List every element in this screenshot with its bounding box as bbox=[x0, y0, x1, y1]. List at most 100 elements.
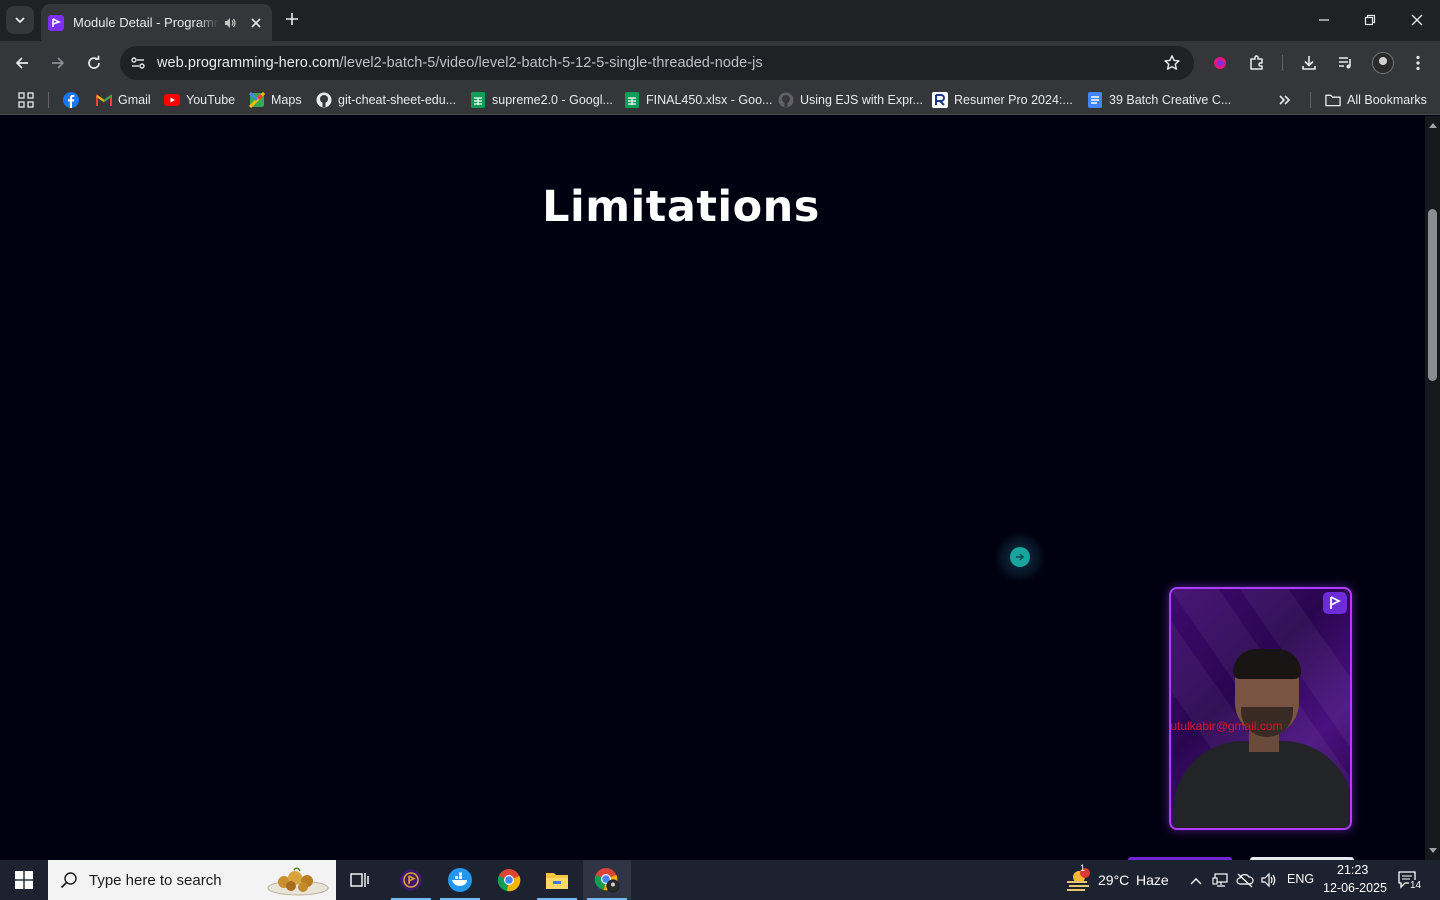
arrow-right-icon bbox=[52, 57, 65, 69]
bookmark-label: Gmail bbox=[118, 93, 151, 107]
video-viewport[interactable]: Limitations tutulkabir@gmail.com bbox=[0, 116, 1425, 860]
folder-icon bbox=[546, 873, 568, 889]
docs-icon bbox=[1087, 92, 1103, 108]
bookmark-star-icon[interactable] bbox=[1162, 53, 1182, 73]
avatar bbox=[1372, 52, 1394, 74]
bookmark-label: git-cheat-sheet-edu... bbox=[338, 93, 457, 107]
bookmarks-bar: Gmail YouTube Maps git-cheat-sheet-edu..… bbox=[0, 85, 1440, 115]
bookmark-label: Using EJS with Expr... bbox=[800, 93, 923, 107]
back-button[interactable] bbox=[8, 49, 36, 77]
taskbar-app-file-explorer[interactable] bbox=[533, 860, 581, 900]
address-bar[interactable]: web.programming-hero.com/level2-batch-5/… bbox=[120, 46, 1194, 80]
search-highlight-food-icon bbox=[267, 867, 329, 896]
weather-icon[interactable] bbox=[1065, 868, 1091, 897]
bookmark-39-batch[interactable]: 39 Batch Creative C... bbox=[1087, 91, 1231, 109]
youtube-icon bbox=[164, 92, 180, 108]
restore-button[interactable] bbox=[1347, 0, 1393, 40]
network-icon[interactable] bbox=[1212, 872, 1230, 893]
profile-button[interactable] bbox=[1369, 49, 1397, 77]
bookmark-gmail[interactable]: Gmail bbox=[96, 91, 151, 109]
weather-temperature[interactable]: 29°C bbox=[1098, 872, 1129, 888]
sheets-icon bbox=[470, 92, 486, 108]
taskbar-app-programming-hero[interactable] bbox=[387, 860, 435, 900]
extension-button[interactable] bbox=[1206, 49, 1234, 77]
github-icon bbox=[316, 92, 332, 108]
all-bookmarks-button[interactable]: All Bookmarks bbox=[1325, 91, 1427, 109]
taskbar-app-chrome[interactable] bbox=[485, 860, 533, 900]
bookmark-final450[interactable]: FINAL450.xlsx - Goo... bbox=[624, 91, 772, 109]
clock-date[interactable]: 12-06-2025 bbox=[1323, 881, 1387, 895]
tab-strip: Module Detail - Programming Hero bbox=[0, 0, 1440, 41]
bookmark-facebook[interactable] bbox=[63, 91, 85, 109]
close-icon bbox=[1411, 14, 1423, 26]
presenter-cursor-highlight bbox=[995, 532, 1045, 582]
tab-search-button[interactable] bbox=[6, 6, 34, 34]
more-vert-icon bbox=[1416, 55, 1420, 71]
tab-title: Module Detail - Programming Hero bbox=[73, 15, 219, 30]
bookmarks-divider bbox=[1310, 92, 1311, 108]
bookmark-label: FINAL450.xlsx - Goo... bbox=[646, 93, 773, 107]
slide-title: Limitations bbox=[542, 182, 820, 232]
facebook-icon bbox=[63, 92, 79, 108]
apps-grid-icon bbox=[18, 92, 34, 108]
bookmark-youtube[interactable]: YouTube bbox=[164, 91, 235, 109]
scroll-thumb[interactable] bbox=[1428, 209, 1437, 381]
clock-time[interactable]: 21:23 bbox=[1337, 863, 1368, 877]
bookmark-resumer[interactable]: Resumer Pro 2024:... bbox=[932, 91, 1073, 109]
scroll-up-icon[interactable] bbox=[1428, 120, 1437, 129]
taskbar-search-box[interactable]: Type here to search bbox=[48, 860, 336, 900]
windows-logo-icon bbox=[15, 871, 33, 889]
tab-active[interactable]: Module Detail - Programming Hero bbox=[41, 4, 272, 41]
close-window-button[interactable] bbox=[1394, 0, 1440, 40]
page-scrollbar[interactable] bbox=[1425, 116, 1440, 860]
menu-button[interactable] bbox=[1404, 49, 1432, 77]
task-view-button[interactable] bbox=[336, 860, 384, 900]
toolbar-divider bbox=[1282, 55, 1283, 71]
media-control-button[interactable] bbox=[1332, 49, 1360, 77]
site-info-icon[interactable] bbox=[128, 53, 148, 73]
chrome-icon bbox=[497, 869, 521, 892]
presenter-figure bbox=[1173, 741, 1350, 828]
bookmark-maps[interactable]: Maps bbox=[249, 91, 302, 109]
reload-icon bbox=[88, 55, 100, 69]
volume-icon[interactable] bbox=[1260, 872, 1278, 893]
extension-logo-icon bbox=[1214, 57, 1226, 69]
forward-button[interactable] bbox=[44, 49, 72, 77]
gmail-icon bbox=[96, 92, 112, 108]
maps-icon bbox=[249, 92, 265, 108]
bookmark-label: Resumer Pro 2024:... bbox=[954, 93, 1073, 107]
more-bookmarks-button[interactable] bbox=[1278, 91, 1292, 109]
bookmark-label: Maps bbox=[271, 93, 302, 107]
chevron-up-icon[interactable] bbox=[1189, 873, 1203, 891]
apps-button[interactable] bbox=[18, 91, 34, 109]
minimize-button[interactable] bbox=[1301, 0, 1347, 40]
taskbar-app-chrome-profile[interactable] bbox=[583, 860, 631, 900]
start-button[interactable] bbox=[0, 860, 48, 900]
bookmark-label: supreme2.0 - Googl... bbox=[492, 93, 613, 107]
reload-button[interactable] bbox=[80, 49, 108, 77]
extensions-button[interactable] bbox=[1243, 49, 1271, 77]
docker-icon bbox=[448, 868, 472, 892]
restore-icon bbox=[1364, 14, 1376, 26]
close-tab-icon[interactable] bbox=[248, 15, 264, 31]
url-path: /level2-batch-5/video/level2-batch-5-12-… bbox=[339, 55, 763, 71]
bookmark-ejs[interactable]: Using EJS with Expr... bbox=[778, 91, 923, 109]
new-tab-button[interactable] bbox=[281, 8, 303, 30]
programming-hero-app-icon bbox=[400, 869, 422, 891]
programming-hero-favicon-icon bbox=[48, 14, 64, 31]
onedrive-offline-icon[interactable] bbox=[1236, 872, 1254, 893]
url-text[interactable]: web.programming-hero.com/level2-batch-5/… bbox=[157, 55, 763, 71]
weather-condition[interactable]: Haze bbox=[1136, 872, 1169, 888]
search-placeholder: Type here to search bbox=[89, 871, 222, 889]
language-indicator[interactable]: ENG bbox=[1287, 872, 1314, 886]
github-icon bbox=[778, 92, 794, 108]
downloads-button[interactable] bbox=[1295, 49, 1323, 77]
scroll-down-icon[interactable] bbox=[1428, 846, 1437, 855]
bookmark-label: YouTube bbox=[186, 93, 236, 107]
speaker-icon[interactable] bbox=[223, 15, 239, 31]
download-icon bbox=[1302, 56, 1316, 70]
taskbar-app-docker[interactable] bbox=[436, 860, 484, 900]
minimize-icon bbox=[1319, 19, 1329, 21]
bookmark-git-cheat-sheet[interactable]: git-cheat-sheet-edu... bbox=[316, 91, 456, 109]
bookmark-supreme[interactable]: supreme2.0 - Googl... bbox=[470, 91, 613, 109]
